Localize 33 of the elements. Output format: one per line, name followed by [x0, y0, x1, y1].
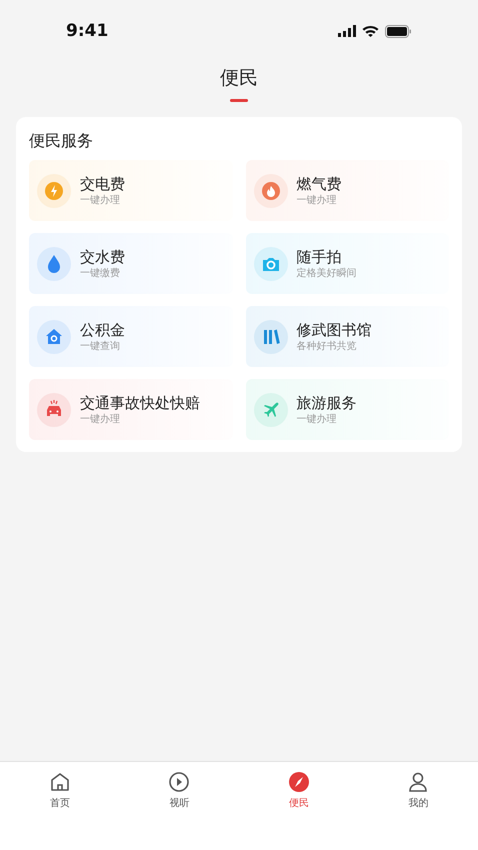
service-subtitle: 一键办理 — [296, 194, 338, 208]
service-title: 燃气费 — [296, 174, 342, 194]
service-title: 交电费 — [80, 174, 125, 194]
service-title: 旅游服务 — [296, 392, 356, 412]
house-search-icon — [44, 326, 64, 346]
nav-label[interactable]: 便民 — [288, 796, 309, 810]
home-icon[interactable] — [48, 771, 71, 793]
service-subtitle: 定格美好瞬间 — [296, 266, 356, 280]
wifi-icon — [362, 25, 379, 37]
compass-icon[interactable] — [288, 771, 310, 793]
battery-icon — [385, 24, 412, 38]
nav-label[interactable]: 我的 — [408, 796, 428, 810]
flame-icon — [260, 180, 280, 200]
service-subtitle: 一键办理 — [80, 412, 121, 426]
service-subtitle: 一键缴费 — [80, 266, 121, 280]
play-icon[interactable] — [168, 771, 190, 793]
section-title: 便民服务 — [29, 131, 94, 152]
service-subtitle: 一键办理 — [80, 194, 121, 208]
lightning-icon — [44, 180, 64, 200]
service-title: 交通事故快处快赔 — [80, 392, 200, 412]
user-icon[interactable] — [407, 771, 430, 793]
signal-icon — [338, 25, 356, 37]
service-subtitle: 一键办理 — [296, 412, 338, 426]
page-tab[interactable]: 便民 — [220, 65, 258, 117]
service-subtitle: 各种好书共览 — [296, 340, 358, 354]
service-title: 随手拍 — [296, 246, 342, 266]
service-title: 修武图书馆 — [296, 320, 372, 340]
service-title: 交水费 — [80, 246, 125, 266]
nav-label[interactable]: 首页 — [50, 796, 70, 810]
nav-label[interactable]: 视听 — [169, 796, 190, 810]
status-time: 9:41 — [66, 21, 108, 41]
service-subtitle: 一键查询 — [80, 340, 121, 354]
service-title: 公积金 — [80, 320, 125, 340]
